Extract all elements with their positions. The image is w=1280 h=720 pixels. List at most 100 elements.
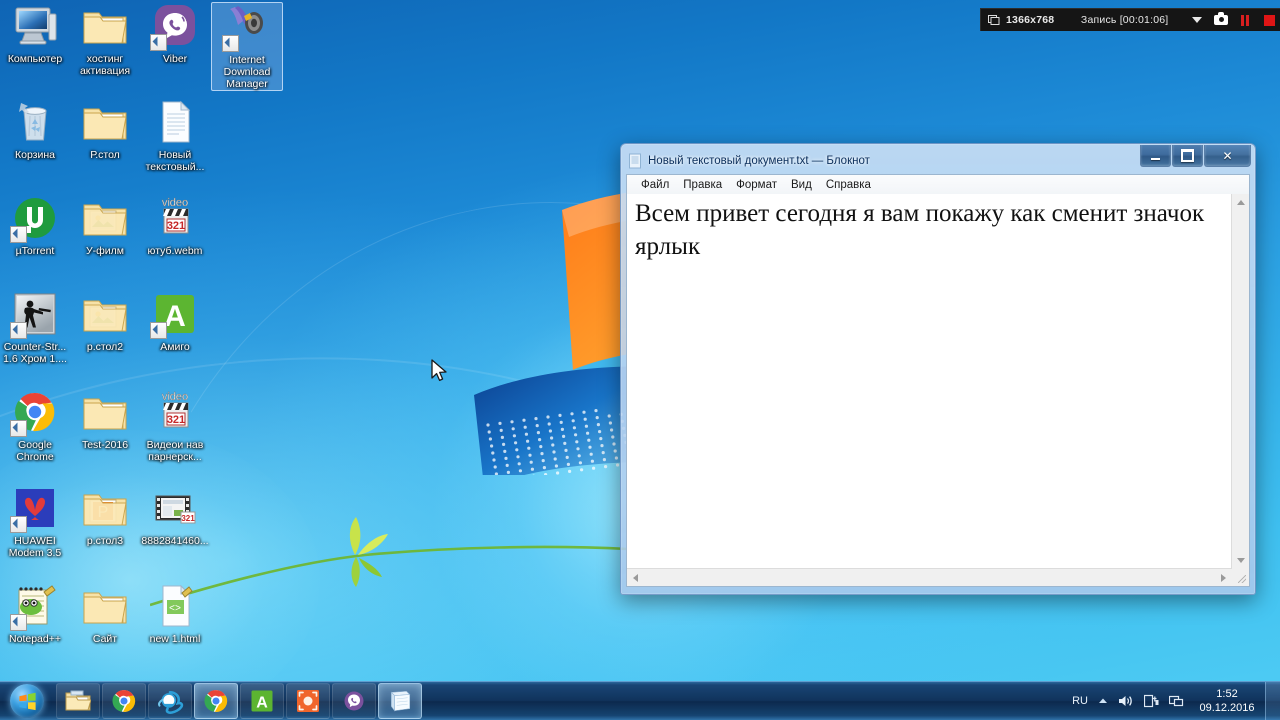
- taskbar-buttons[interactable]: A: [56, 682, 424, 720]
- desktop-icon-label: Корзина: [15, 149, 55, 161]
- desktop-icon-notepad-plus-plus-icon[interactable]: Notepad++: [0, 582, 70, 645]
- desktop-icon-folder-icon[interactable]: р.стол2: [70, 290, 140, 353]
- desktop-icon-label: Новый текстовый...: [145, 149, 205, 173]
- menu-format[interactable]: Формат: [729, 178, 784, 192]
- desktop-icon-folder-icon[interactable]: хостинг активация: [70, 2, 140, 77]
- desktop-icon-label: ютуб.webm: [147, 245, 203, 257]
- desktop-icon-video-file-icon[interactable]: video 321 ютуб.webm: [140, 194, 210, 257]
- notepad-plus-plus-icon: [10, 582, 59, 631]
- chrome-icon: [10, 388, 59, 437]
- desktop-icon-folder-icon[interactable]: Р.стол: [70, 98, 140, 161]
- taskbar-orange-app[interactable]: [286, 683, 330, 719]
- desktop[interactable]: Компьютер хостинг активация Viber Intern…: [0, 0, 1280, 720]
- maximize-button[interactable]: [1172, 145, 1203, 167]
- desktop-icon-computer-icon[interactable]: Компьютер: [0, 2, 70, 65]
- video-file-icon: video 321: [151, 388, 199, 436]
- language-indicator[interactable]: RU: [1067, 682, 1093, 720]
- taskbar-viber[interactable]: [332, 683, 376, 719]
- desktop-icon-folder-icon[interactable]: У-филм: [70, 194, 140, 257]
- menu-edit[interactable]: Правка: [676, 178, 729, 192]
- huawei-icon: [10, 484, 59, 533]
- svg-text:A: A: [164, 300, 186, 333]
- desktop-icon-label: Counter-Str... 1.6 Хром 1....: [3, 341, 67, 365]
- vertical-scrollbar[interactable]: [1231, 194, 1249, 569]
- desktop-icon-folder-icon[interactable]: Test-2016: [70, 388, 140, 451]
- desktop-icon-grid[interactable]: Компьютер хостинг активация Viber Intern…: [0, 0, 300, 680]
- desktop-icon-label: У-филм: [85, 245, 125, 257]
- notepad-text-area[interactable]: Всем привет сегодня я вам покажу как сме…: [627, 194, 1232, 569]
- taskbar-explorer[interactable]: [56, 683, 100, 719]
- show-hidden-icons-button[interactable]: [1093, 682, 1113, 720]
- volume-button[interactable]: [1113, 682, 1139, 720]
- folder-icon: [81, 194, 129, 242]
- network-button[interactable]: [1164, 682, 1189, 720]
- desktop-icon-viber-icon[interactable]: Viber: [140, 2, 210, 65]
- svg-text:<>: <>: [169, 604, 181, 615]
- folder-icon: [81, 290, 129, 338]
- taskbar-internet-explorer[interactable]: [148, 683, 192, 719]
- idm-icon: [222, 3, 271, 52]
- notepad-titlebar[interactable]: Новый текстовый документ.txt — Блокнот ✕: [625, 145, 1251, 174]
- desktop-icon-label: Р.стол: [90, 149, 120, 161]
- taskbar-notepad[interactable]: [378, 683, 422, 719]
- recorder-pause-button[interactable]: [1233, 9, 1257, 31]
- viber-icon: [342, 689, 366, 713]
- notepad-client-area: Файл Правка Формат Вид Справка Всем привет с…: [626, 174, 1250, 587]
- notepad-window[interactable]: Новый текстовый документ.txt — Блокнот ✕…: [620, 143, 1256, 595]
- recorder-screenshot-button[interactable]: [1209, 9, 1233, 31]
- window-controls[interactable]: ✕: [1139, 145, 1251, 167]
- desktop-icon-label: Google Chrome: [16, 439, 54, 463]
- scroll-down-button[interactable]: [1232, 552, 1249, 569]
- desktop-icon-label: Сайт: [92, 633, 118, 645]
- recorder-dropdown-button[interactable]: [1185, 9, 1209, 31]
- html-file-icon: <>: [151, 582, 199, 630]
- clock[interactable]: 1:52 09.12.2016: [1189, 687, 1265, 715]
- recorder-stop-button[interactable]: [1257, 9, 1280, 31]
- menu-view[interactable]: Вид: [784, 178, 819, 192]
- desktop-icon-chrome-icon[interactable]: Google Chrome: [0, 388, 70, 463]
- desktop-icon-utorrent-icon[interactable]: µTorrent: [0, 194, 70, 257]
- amigo-browser-icon: A: [150, 290, 199, 339]
- desktop-icon-video-file-icon[interactable]: video 321 Видеои нав парнерск...: [140, 388, 210, 463]
- svg-text:321: 321: [181, 514, 195, 523]
- desktop-icon-folder-icon[interactable]: P р.стол3: [70, 484, 140, 547]
- desktop-icon-label: Test-2016: [81, 439, 129, 451]
- minimize-button[interactable]: [1140, 145, 1171, 167]
- close-button[interactable]: ✕: [1204, 145, 1251, 167]
- scroll-up-button[interactable]: [1232, 194, 1249, 211]
- chevron-up-icon: [1099, 698, 1107, 703]
- taskbar-chrome-pinned[interactable]: [102, 683, 146, 719]
- desktop-icon-html-file-icon[interactable]: <> new 1.html: [140, 582, 210, 645]
- desktop-icon-text-document-icon[interactable]: Новый текстовый...: [140, 98, 210, 173]
- notepad-text-area-wrapper[interactable]: Всем привет сегодня я вам покажу как сме…: [627, 194, 1249, 586]
- desktop-icon-counter-strike-icon[interactable]: Counter-Str... 1.6 Хром 1....: [0, 290, 70, 365]
- scroll-right-button[interactable]: [1215, 569, 1232, 586]
- taskbar[interactable]: A RU 1:52 09.12.2016: [0, 681, 1280, 720]
- taskbar-chrome-running[interactable]: [194, 683, 238, 719]
- desktop-icon-idm-icon[interactable]: Internet Download Manager: [211, 2, 283, 91]
- resize-grip[interactable]: [1232, 569, 1249, 586]
- desktop-icon-amigo-browser-icon[interactable]: A Амиго: [140, 290, 210, 353]
- screen-recorder-toolbar[interactable]: 1366x768 Запись [00:01:06]: [980, 8, 1280, 31]
- desktop-icon-huawei-icon[interactable]: HUAWEI Modem 3.5: [0, 484, 70, 559]
- menu-file[interactable]: Файл: [634, 178, 676, 192]
- desktop-icon-label: р.стол2: [86, 341, 124, 353]
- menu-help[interactable]: Справка: [819, 178, 878, 192]
- desktop-icon-label: Viber: [162, 53, 188, 65]
- system-tray[interactable]: RU 1:52 09.12.2016: [1067, 682, 1280, 720]
- scroll-left-button[interactable]: [627, 569, 644, 586]
- taskbar-amigo[interactable]: A: [240, 683, 284, 719]
- power-button[interactable]: [1139, 682, 1164, 720]
- clock-time: 1:52: [1216, 688, 1238, 700]
- horizontal-scrollbar[interactable]: [627, 568, 1232, 586]
- counter-strike-icon: [10, 290, 59, 339]
- desktop-icon-video-thumbnail-icon[interactable]: 321 8882841460...: [140, 484, 210, 547]
- desktop-icon-folder-icon[interactable]: Сайт: [70, 582, 140, 645]
- desktop-icon-label: new 1.html: [149, 633, 201, 645]
- desktop-icon-recycle-bin-icon[interactable]: Корзина: [0, 98, 70, 161]
- text-document-icon: [151, 98, 199, 146]
- desktop-icon-label: Видеои нав парнерск...: [146, 439, 204, 463]
- show-desktop-button[interactable]: [1265, 682, 1280, 720]
- notepad-menubar[interactable]: Файл Правка Формат Вид Справка: [627, 175, 1249, 195]
- start-button[interactable]: [0, 682, 54, 720]
